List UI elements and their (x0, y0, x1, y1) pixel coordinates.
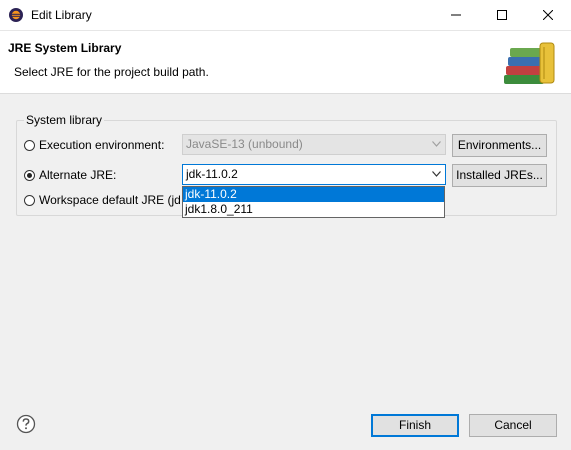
library-books-icon (504, 42, 555, 84)
execution-environment-label: Execution environment: (39, 138, 165, 152)
banner-message: Select JRE for the project build path. (14, 65, 209, 79)
environments-button[interactable]: Environments... (452, 134, 547, 157)
jre-dropdown-list[interactable]: jdk-11.0.2 jdk1.8.0_211 (182, 186, 445, 218)
cancel-button[interactable]: Cancel (469, 414, 557, 437)
chevron-down-icon (432, 171, 441, 177)
maximize-icon (497, 10, 507, 20)
execution-environment-radio[interactable]: Execution environment: (24, 137, 164, 153)
chevron-down-icon (432, 141, 441, 147)
close-icon (543, 10, 553, 20)
alternate-jre-radio[interactable]: Alternate JRE: (24, 167, 116, 183)
radio-button[interactable] (24, 169, 35, 181)
help-icon[interactable] (16, 414, 36, 434)
execution-environment-value: JavaSE-13 (unbound) (186, 137, 303, 151)
window-title: Edit Library (31, 8, 92, 22)
alternate-jre-label: Alternate JRE: (39, 168, 117, 182)
dropdown-item[interactable]: jdk-11.0.2 (183, 187, 444, 202)
finish-button[interactable]: Finish (371, 414, 459, 437)
title-bar: Edit Library (0, 0, 571, 31)
dropdown-item[interactable]: jdk1.8.0_211 (183, 202, 444, 217)
eclipse-icon (9, 8, 23, 22)
banner-title: JRE System Library (8, 41, 122, 55)
minimize-icon (451, 14, 461, 16)
group-label: System library (24, 113, 105, 127)
execution-environment-combo: JavaSE-13 (unbound) (182, 134, 446, 155)
alternate-jre-combo[interactable]: jdk-11.0.2 (182, 164, 446, 185)
radio-button[interactable] (24, 194, 35, 206)
installed-jres-button[interactable]: Installed JREs... (452, 164, 547, 187)
radio-button[interactable] (24, 139, 35, 151)
header-banner: JRE System Library Select JRE for the pr… (0, 31, 571, 94)
maximize-button[interactable] (479, 0, 525, 30)
workspace-default-label: Workspace default JRE (jd (39, 193, 181, 207)
workspace-default-radio[interactable]: Workspace default JRE (jd (24, 192, 181, 208)
close-button[interactable] (525, 0, 571, 30)
minimize-button[interactable] (433, 0, 479, 30)
alternate-jre-value: jdk-11.0.2 (186, 167, 238, 181)
